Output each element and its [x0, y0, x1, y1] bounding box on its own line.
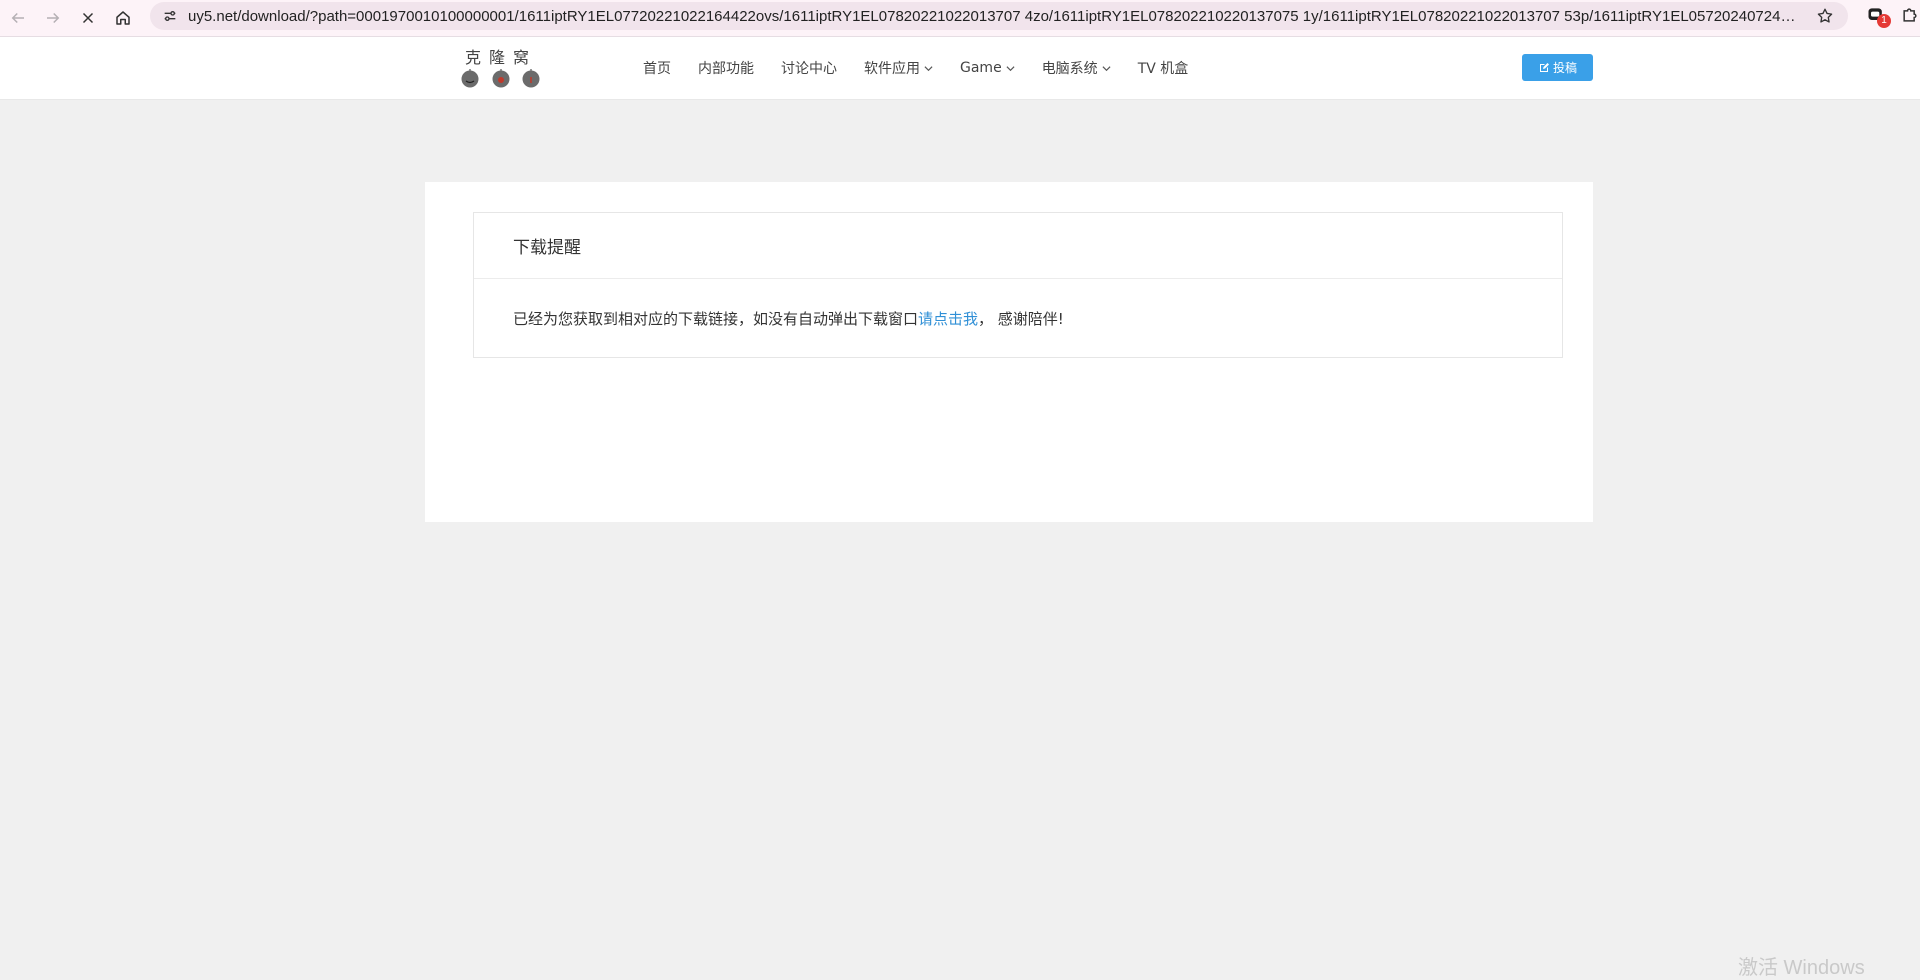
nav-item-internal[interactable]: 内部功能: [698, 58, 754, 78]
home-button[interactable]: [111, 6, 135, 30]
puzzle-icon[interactable]: [1900, 5, 1920, 25]
forward-button[interactable]: [41, 6, 65, 30]
chevron-down-icon: [1006, 65, 1015, 71]
panel-title: 下载提醒: [474, 213, 1562, 279]
nav-item-tv-box[interactable]: TV 机盒: [1138, 58, 1189, 78]
panel-message: 已经为您获取到相对应的下载链接，如没有自动弹出下载窗口 请点击我， 感谢陪伴!: [474, 279, 1562, 357]
download-link[interactable]: 请点击我: [918, 308, 978, 329]
stop-loading-button[interactable]: [76, 6, 100, 30]
message-text-end: ， 感谢陪伴!: [978, 309, 1064, 328]
site-info-icon[interactable]: [160, 6, 180, 26]
nav-item-software[interactable]: 软件应用: [864, 58, 933, 78]
extension-button[interactable]: 1: [1866, 5, 1891, 28]
message-text: 已经为您获取到相对应的下载链接，如没有自动弹出下载窗口: [513, 309, 919, 328]
extension-badge: 1: [1877, 14, 1891, 28]
back-button[interactable]: [6, 6, 30, 30]
url-text[interactable]: uy5.net/download/?path=00019700101000000…: [188, 8, 1798, 25]
logo-faces-icon: [461, 69, 540, 88]
site-header: 克隆窝 首页 内部功能 讨论中心 软件应用 Game 电脑系统 TV 机盒 投稿: [0, 37, 1920, 100]
windows-activation-watermark: 激活 Windows: [1738, 957, 1865, 979]
download-notice-panel: 下载提醒 已经为您获取到相对应的下载链接，如没有自动弹出下载窗口 请点击我， 感谢…: [473, 212, 1563, 358]
bookmark-star-icon[interactable]: [1816, 7, 1834, 25]
browser-toolbar: uy5.net/download/?path=00019700101000000…: [0, 0, 1920, 37]
site-logo[interactable]: 克隆窝: [458, 44, 544, 94]
arrow-left-icon: [11, 12, 24, 24]
post-button[interactable]: 投稿: [1522, 54, 1593, 81]
logo-text: 克隆窝: [464, 48, 537, 67]
chevron-down-icon: [1102, 65, 1111, 71]
address-bar[interactable]: uy5.net/download/?path=00019700101000000…: [150, 2, 1848, 30]
content-card: 下载提醒 已经为您获取到相对应的下载链接，如没有自动弹出下载窗口 请点击我， 感谢…: [425, 182, 1593, 522]
chevron-down-icon: [924, 65, 933, 71]
main-nav: 首页 内部功能 讨论中心 软件应用 Game 电脑系统 TV 机盒: [643, 37, 1215, 99]
edit-icon: [1539, 62, 1549, 72]
nav-item-pc-system[interactable]: 电脑系统: [1042, 58, 1111, 78]
nav-item-discussion[interactable]: 讨论中心: [781, 58, 837, 78]
nav-item-game[interactable]: Game: [960, 60, 1015, 76]
close-icon: [82, 12, 94, 24]
home-icon: [116, 11, 130, 25]
nav-item-home[interactable]: 首页: [643, 58, 671, 78]
arrow-right-icon: [47, 12, 60, 24]
